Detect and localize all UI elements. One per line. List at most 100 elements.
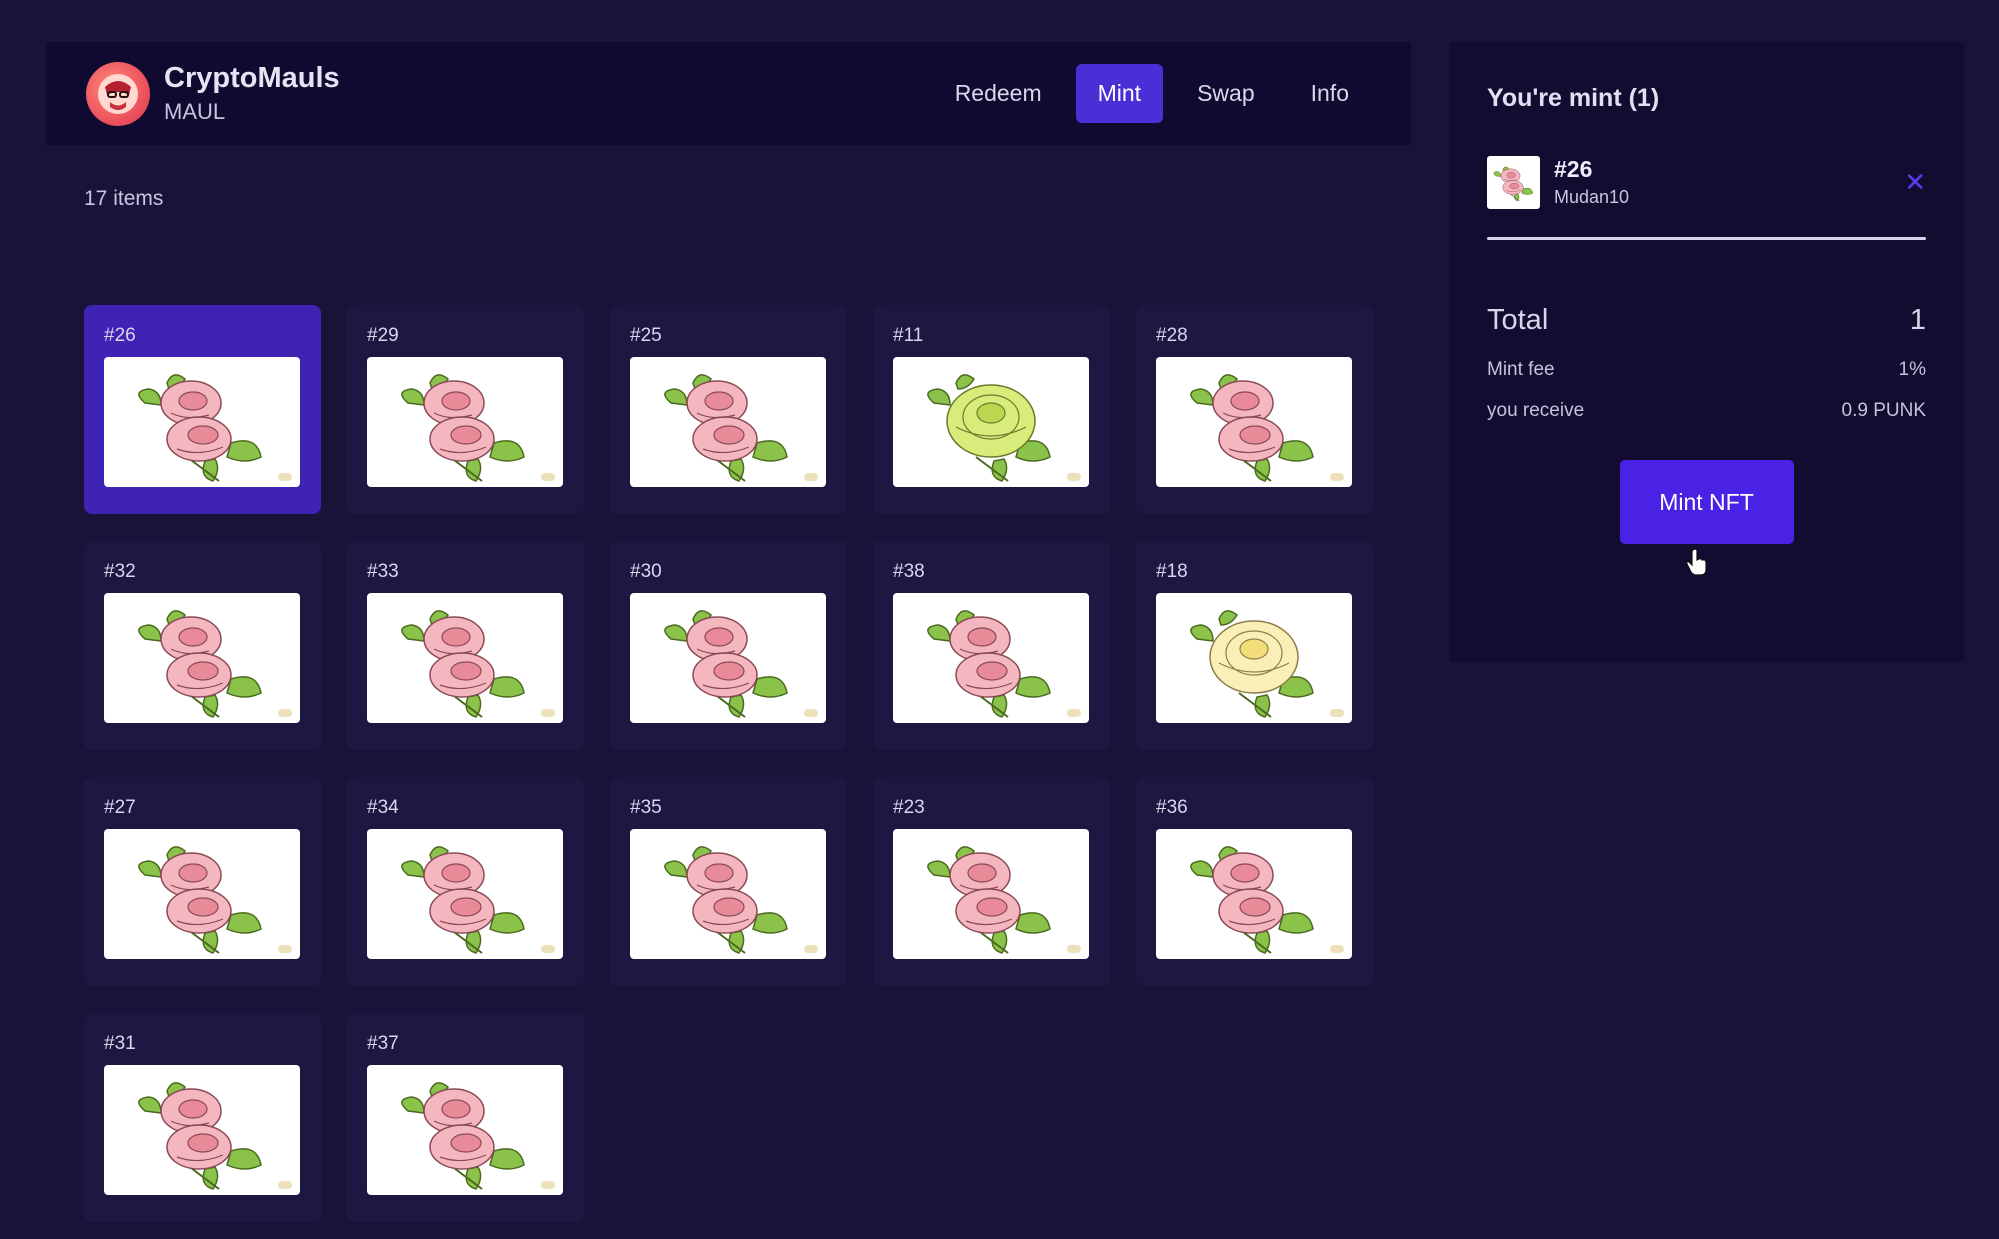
nft-card-image (367, 357, 563, 487)
nft-card-id: #37 (367, 1033, 399, 1054)
flower-image (138, 846, 262, 954)
nft-card-id: #36 (1156, 797, 1188, 818)
nft-card-id: #18 (1156, 561, 1188, 582)
nft-card[interactable]: #26 (84, 305, 321, 514)
brand-block: CryptoMauls MAUL (164, 62, 340, 125)
artist-signature (1330, 709, 1344, 717)
top-header: CryptoMauls MAUL Redeem Mint Swap Info (46, 42, 1411, 145)
nft-card-image (1156, 593, 1352, 723)
panel-title: You're mint (1) (1487, 84, 1660, 112)
items-count: 17 items (84, 187, 164, 210)
selected-item-id: #26 (1554, 156, 1593, 182)
flower-image (927, 610, 1051, 718)
nft-card[interactable]: #31 (84, 1013, 321, 1222)
mint-nft-button[interactable]: Mint NFT (1619, 460, 1794, 544)
nav-info[interactable]: Info (1289, 64, 1371, 123)
nft-card-id: #32 (104, 561, 136, 582)
nft-card[interactable]: #32 (84, 541, 321, 750)
nft-card-id: #23 (893, 797, 925, 818)
artist-signature (1067, 709, 1081, 717)
flower-image (401, 1082, 525, 1190)
total-row: Total 1 (1487, 304, 1926, 337)
nav-mint[interactable]: Mint (1075, 64, 1164, 123)
nft-card[interactable]: #29 (347, 305, 584, 514)
brand-name: CryptoMauls (164, 62, 340, 94)
artist-signature (278, 709, 292, 717)
flower-image (138, 610, 262, 718)
artist-signature (804, 709, 818, 717)
nft-card-id: #31 (104, 1033, 136, 1054)
nft-card[interactable]: #30 (610, 541, 847, 750)
flower-image (927, 374, 1051, 482)
nft-card-image (367, 1065, 563, 1195)
artist-signature (1330, 473, 1344, 481)
nft-card[interactable]: #36 (1136, 777, 1373, 986)
main-nav: Redeem Mint Swap Info (933, 64, 1371, 123)
receive-value: 0.9 PUNK (1841, 400, 1926, 421)
selected-item-thumbnail (1487, 155, 1540, 209)
nft-card[interactable]: #27 (84, 777, 321, 986)
flower-image (138, 1082, 262, 1190)
flower-image (401, 846, 525, 954)
nft-card-image (367, 829, 563, 959)
flower-image (1493, 166, 1533, 202)
nft-card-image (104, 1065, 300, 1195)
nft-card-id: #29 (367, 325, 399, 346)
nft-card[interactable]: #35 (610, 777, 847, 986)
nft-card[interactable]: #38 (873, 541, 1110, 750)
flower-image (664, 610, 788, 718)
selected-item-name: Mudan10 (1554, 187, 1630, 207)
artist-signature (278, 945, 292, 953)
nft-card-id: #27 (104, 797, 136, 818)
flower-image (1190, 846, 1314, 954)
receive-label: you receive (1487, 400, 1585, 421)
nft-card[interactable]: #34 (347, 777, 584, 986)
mint-fee-label: Mint fee (1487, 359, 1555, 380)
flower-image (1190, 374, 1314, 482)
nft-card-image (367, 593, 563, 723)
brand-logo-icon (86, 61, 150, 126)
artist-signature (804, 945, 818, 953)
nft-card-id: #33 (367, 561, 399, 582)
nft-card-image (893, 357, 1089, 487)
total-label: Total (1487, 304, 1549, 336)
nft-card-image (1156, 357, 1352, 487)
artist-signature (541, 1181, 555, 1189)
selected-item-row: #26 Mudan10 ✕ (1487, 155, 1926, 209)
nft-card-image (893, 829, 1089, 959)
flower-image (927, 846, 1051, 954)
flower-image (664, 846, 788, 954)
nft-card-id: #25 (630, 325, 662, 346)
flower-image (138, 374, 262, 482)
flower-image (1190, 610, 1314, 718)
artist-signature (1330, 945, 1344, 953)
flower-image (401, 610, 525, 718)
nft-card[interactable]: #23 (873, 777, 1110, 986)
nft-card-image (630, 593, 826, 723)
nft-card-image (893, 593, 1089, 723)
artist-signature (541, 473, 555, 481)
nft-grid: #26 #29 #25 #11 #28 #32 #33 #30 #38 #18 #27 #34 #35 #… (84, 305, 1373, 1222)
nft-card-id: #30 (630, 561, 662, 582)
close-icon[interactable]: ✕ (1904, 169, 1926, 195)
nft-card-image (630, 357, 826, 487)
nft-card-id: #35 (630, 797, 662, 818)
nav-swap[interactable]: Swap (1175, 64, 1277, 123)
nft-card[interactable]: #11 (873, 305, 1110, 514)
divider (1487, 237, 1926, 240)
nft-card-image (104, 829, 300, 959)
nft-card[interactable]: #25 (610, 305, 847, 514)
nft-card[interactable]: #37 (347, 1013, 584, 1222)
nft-card[interactable]: #33 (347, 541, 584, 750)
nft-card-image (104, 593, 300, 723)
nav-redeem[interactable]: Redeem (933, 64, 1064, 123)
nft-card[interactable]: #18 (1136, 541, 1373, 750)
flower-image (664, 374, 788, 482)
artist-signature (541, 709, 555, 717)
nft-card[interactable]: #28 (1136, 305, 1373, 514)
flower-image (401, 374, 525, 482)
hand-cursor-icon (1686, 548, 1707, 576)
nft-card-image (1156, 829, 1352, 959)
mint-fee-value: 1% (1898, 359, 1926, 380)
artist-signature (278, 1181, 292, 1189)
